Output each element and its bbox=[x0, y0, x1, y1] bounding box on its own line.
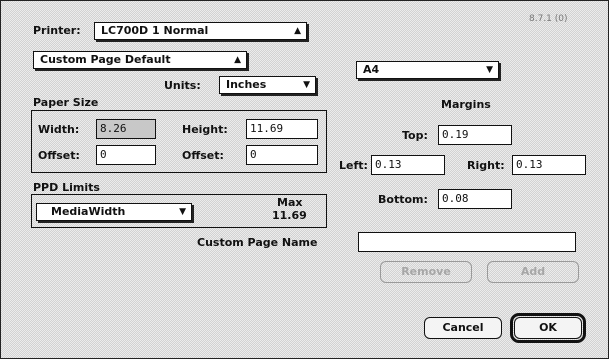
top-field[interactable]: 0.19 bbox=[438, 125, 512, 145]
printer-label: Printer: bbox=[33, 24, 81, 37]
version-label: 8.7.1 (0) bbox=[529, 14, 568, 24]
printer-select[interactable]: LC700D 1 Normal ▲ bbox=[94, 22, 307, 40]
width-label: Width: bbox=[38, 123, 80, 136]
preset-select[interactable]: Custom Page Default ▲ bbox=[33, 51, 247, 69]
paper-size-title: Paper Size bbox=[33, 96, 99, 109]
units-select[interactable]: Inches ▼ bbox=[219, 76, 316, 94]
left-label: Left: bbox=[339, 159, 368, 172]
down-triangle-icon: ▼ bbox=[179, 207, 186, 217]
right-label: Right: bbox=[467, 159, 505, 172]
max-label: Max bbox=[277, 196, 303, 209]
ppd-limits-select-value: MediaWidth bbox=[51, 205, 126, 218]
ppd-limits-title: PPD Limits bbox=[33, 181, 100, 194]
paper-select-value: A4 bbox=[363, 63, 380, 76]
units-select-value: Inches bbox=[226, 78, 267, 91]
down-triangle-icon: ▼ bbox=[486, 65, 493, 75]
remove-button[interactable]: Remove bbox=[380, 261, 472, 283]
margins-title: Margins bbox=[441, 98, 491, 111]
offset-field-1[interactable]: 0 bbox=[96, 145, 156, 165]
paper-size-group: Width: 8.26 Height: 11.69 Offset: 0 Offs… bbox=[31, 110, 327, 173]
bottom-field[interactable]: 0.08 bbox=[438, 189, 512, 209]
cancel-button[interactable]: Cancel bbox=[424, 317, 502, 339]
printer-select-value: LC700D 1 Normal bbox=[101, 24, 209, 37]
ppd-limits-group: MediaWidth ▼ Max 11.69 bbox=[31, 194, 327, 228]
add-button[interactable]: Add bbox=[487, 261, 579, 283]
paper-select[interactable]: A4 ▼ bbox=[356, 61, 499, 79]
custom-page-name-field[interactable] bbox=[358, 232, 576, 252]
ok-button[interactable]: OK bbox=[514, 317, 582, 339]
ppd-limits-select[interactable]: MediaWidth ▼ bbox=[36, 203, 192, 221]
bottom-label: Bottom: bbox=[378, 193, 428, 206]
offset-label-1: Offset: bbox=[38, 149, 80, 162]
preset-select-value: Custom Page Default bbox=[40, 53, 171, 66]
custom-page-name-label: Custom Page Name bbox=[197, 236, 318, 249]
offset-field-2[interactable]: 0 bbox=[246, 145, 318, 165]
left-field[interactable]: 0.13 bbox=[371, 155, 445, 175]
double-arrow-icon: ▲ bbox=[294, 26, 301, 36]
width-field[interactable]: 8.26 bbox=[96, 119, 156, 139]
page-setup-dialog: Printer: LC700D 1 Normal ▲ 8.7.1 (0) Cus… bbox=[0, 0, 609, 359]
right-field[interactable]: 0.13 bbox=[512, 155, 586, 175]
height-label: Height: bbox=[182, 123, 228, 136]
offset-label-2: Offset: bbox=[182, 149, 224, 162]
down-triangle-icon: ▼ bbox=[303, 80, 310, 90]
top-label: Top: bbox=[402, 129, 428, 142]
double-arrow-icon: ▲ bbox=[234, 55, 241, 65]
height-field[interactable]: 11.69 bbox=[246, 119, 318, 139]
units-label: Units: bbox=[164, 79, 201, 92]
max-value: 11.69 bbox=[272, 209, 307, 222]
